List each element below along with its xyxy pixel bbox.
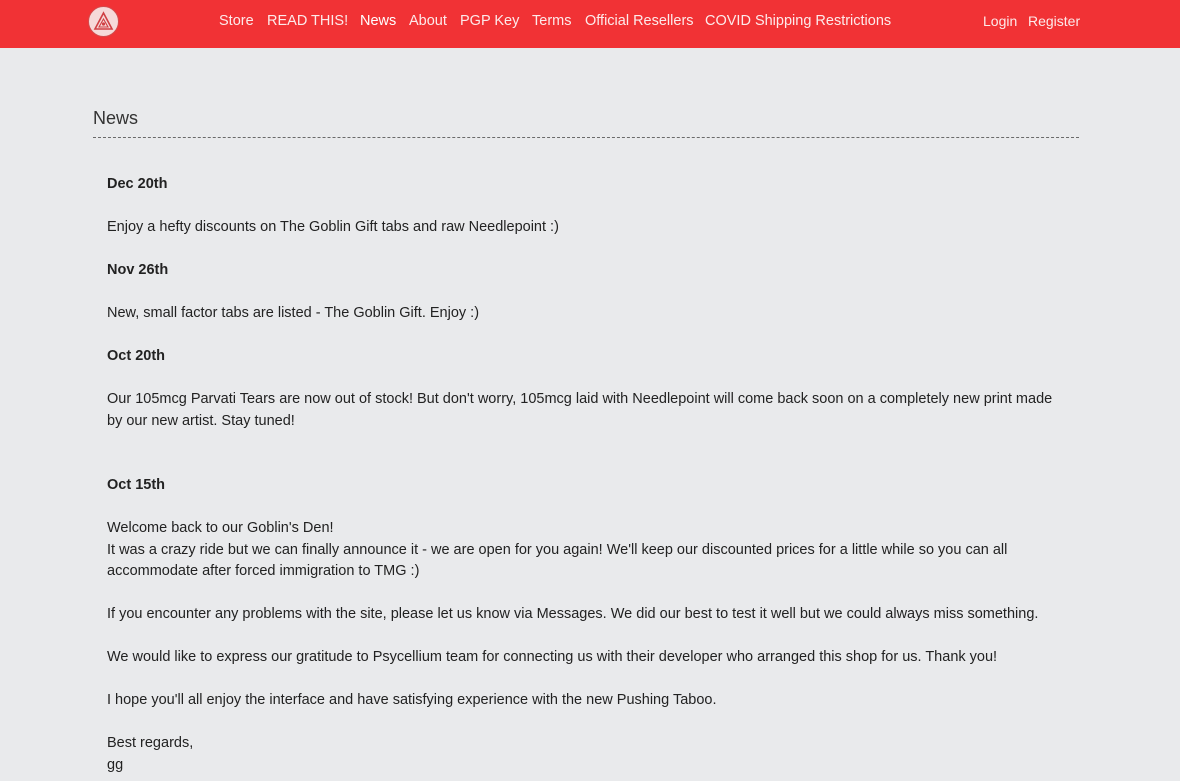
news-text-oct15-enjoy: I hope you'll all enjoy the interface an…: [107, 692, 717, 708]
heading-divider: [93, 137, 1079, 138]
triangle-logo-icon[interactable]: [88, 6, 119, 37]
news-text-oct15-welcome: Welcome back to our Goblin's Den!: [107, 520, 334, 536]
nav-link-terms[interactable]: Terms: [532, 13, 571, 29]
nav-link-news[interactable]: News: [360, 13, 396, 29]
news-date-nov26: Nov 26th: [107, 262, 169, 278]
top-navbar: Store READ THIS! News About PGP Key Term…: [0, 0, 1180, 48]
nav-link-covid-shipping[interactable]: COVID Shipping Restrictions: [705, 13, 891, 29]
login-link[interactable]: Login: [983, 13, 1017, 29]
news-list: Dec 20th Enjoy a hefty discounts on The …: [107, 174, 1067, 776]
news-text-nov26: New, small factor tabs are listed - The …: [107, 305, 480, 321]
news-text-dec20: Enjoy a hefty discounts on The Goblin Gi…: [107, 219, 559, 235]
news-date-dec20: Dec 20th: [107, 176, 168, 192]
news-text-oct15-announce: It was a crazy ride but we can finally a…: [107, 541, 1008, 580]
nav-link-pgp-key[interactable]: PGP Key: [460, 13, 519, 29]
nav-link-store[interactable]: Store: [219, 13, 254, 29]
register-link[interactable]: Register: [1028, 13, 1080, 29]
news-signature: gg: [107, 756, 124, 773]
nav-link-official-resellers[interactable]: Official Resellers: [585, 13, 694, 29]
news-text-oct15-problems: If you encounter any problems with the s…: [107, 606, 1039, 622]
nav-link-about[interactable]: About: [409, 13, 447, 29]
news-text-oct20: Our 105mcg Parvati Tears are now out of …: [107, 391, 1053, 429]
news-date-oct20: Oct 20th: [107, 348, 166, 364]
news-text-oct15-gratitude: We would like to express our gratitude t…: [107, 649, 998, 665]
news-date-oct15: Oct 15th: [107, 477, 166, 493]
news-signoff: Best regards,: [107, 735, 194, 751]
page-title: News: [93, 108, 139, 128]
nav-link-read-this[interactable]: READ THIS!: [267, 13, 348, 29]
